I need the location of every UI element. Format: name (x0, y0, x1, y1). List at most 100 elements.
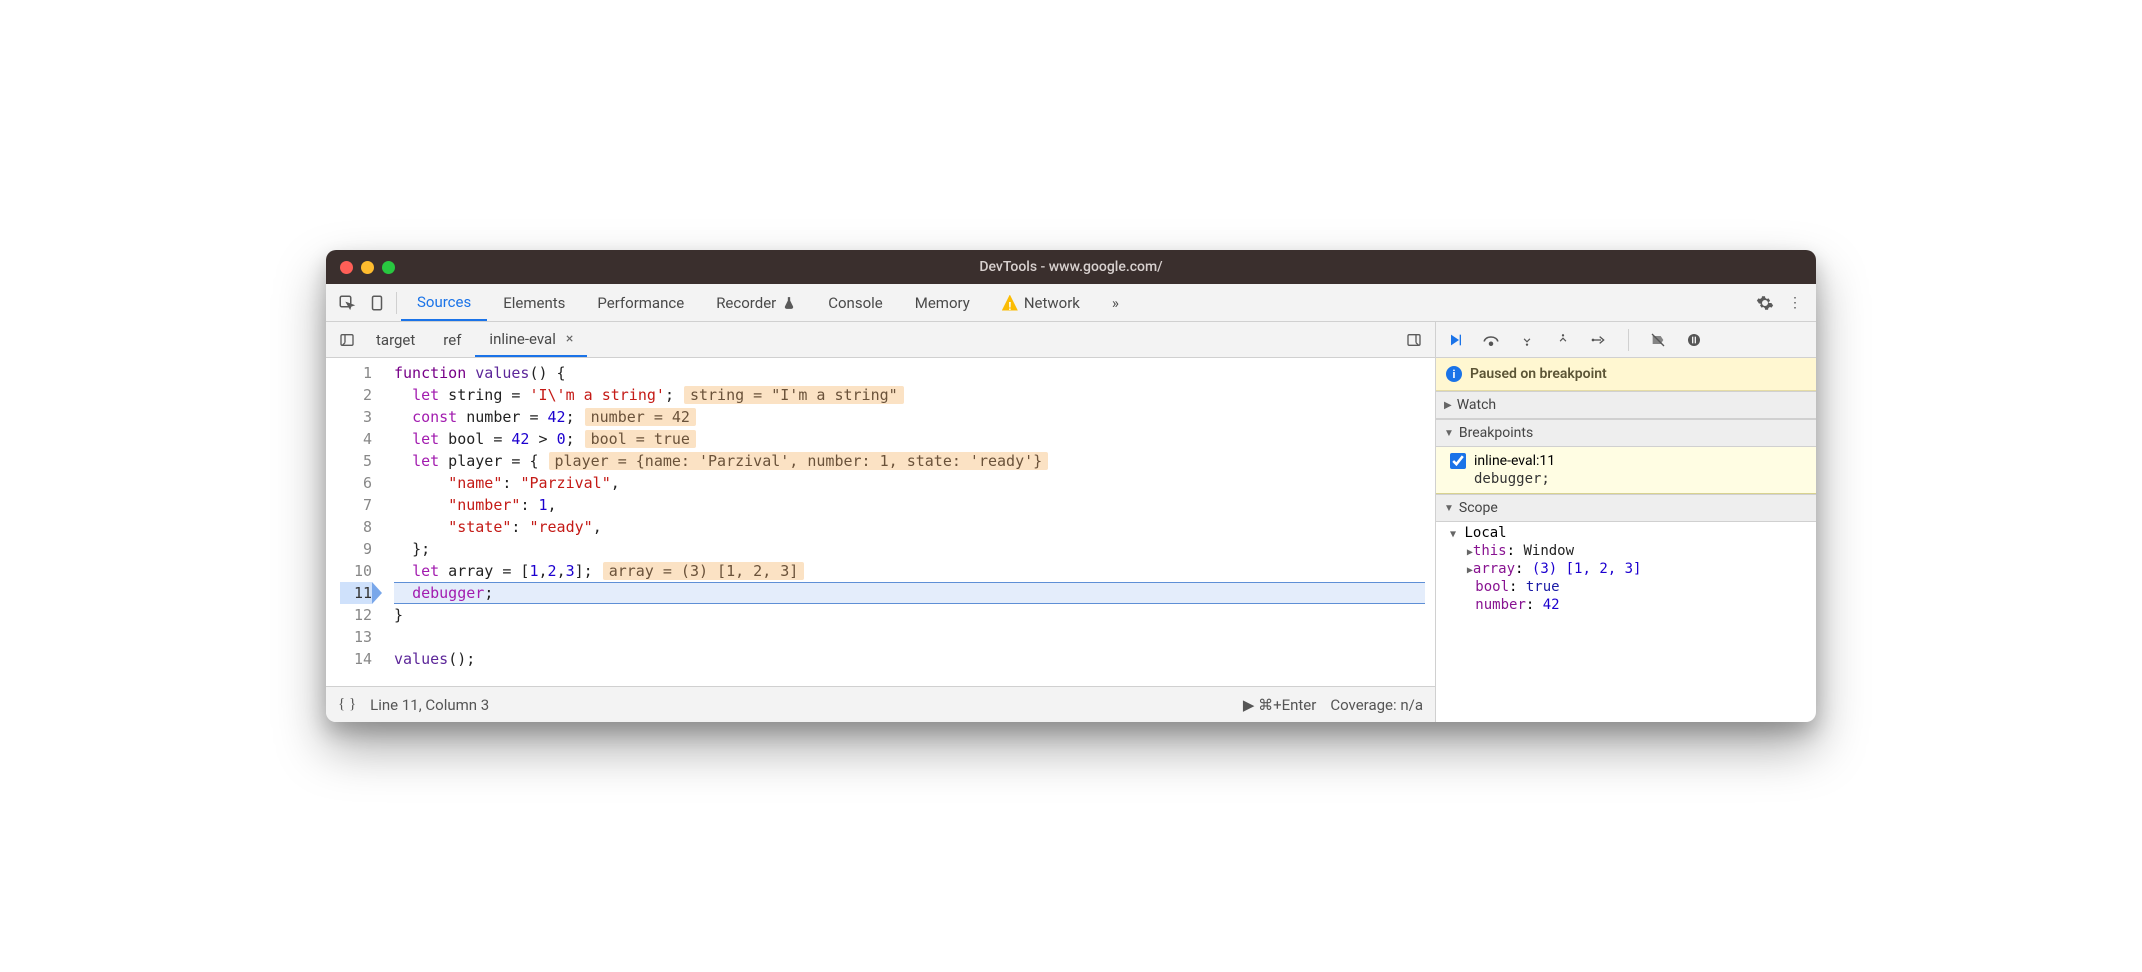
traffic-lights (340, 261, 395, 274)
code-line[interactable]: values(); (394, 648, 1425, 670)
file-tabbar: target ref inline-eval× (326, 322, 1435, 358)
line-number[interactable]: 7 (340, 494, 372, 516)
editor-pane: target ref inline-eval× 1234567891011121… (326, 322, 1436, 722)
cursor-position: Line 11, Column 3 (370, 696, 489, 714)
code-line[interactable]: let bool = 42 > 0;bool = true (394, 428, 1425, 450)
code-area[interactable]: 1234567891011121314 function values() { … (326, 358, 1435, 686)
paused-banner: i Paused on breakpoint (1436, 358, 1816, 391)
flask-icon (782, 296, 796, 310)
line-number[interactable]: 8 (340, 516, 372, 538)
line-number[interactable]: 12 (340, 604, 372, 626)
deactivate-breakpoints-button[interactable] (1647, 332, 1669, 348)
line-number[interactable]: 3 (340, 406, 372, 428)
main-tabbar: Sources Elements Performance Recorder Co… (326, 284, 1816, 322)
chevron-down-icon: ▼ (1444, 428, 1454, 439)
step-button[interactable] (1588, 333, 1610, 347)
code-line[interactable] (394, 626, 1425, 648)
titlebar: DevTools - www.google.com/ (326, 250, 1816, 284)
line-number[interactable]: 6 (340, 472, 372, 494)
close-tab-icon[interactable]: × (566, 331, 573, 347)
code-line[interactable]: "state": "ready", (394, 516, 1425, 538)
code-line[interactable]: let player = {player = {name: 'Parzival'… (394, 450, 1425, 472)
editor-statusbar: { } Line 11, Column 3 ▶ ⌘+Enter Coverage… (326, 686, 1435, 722)
tab-memory[interactable]: Memory (899, 284, 986, 321)
scope-variable[interactable]: ▶this: Window (1436, 542, 1816, 560)
code-line[interactable]: } (394, 604, 1425, 626)
line-gutter[interactable]: 1234567891011121314 (326, 358, 380, 686)
line-number[interactable]: 5 (340, 450, 372, 472)
more-icon[interactable]: ⋮ (1780, 295, 1810, 311)
settings-icon[interactable] (1750, 294, 1780, 312)
paused-message: Paused on breakpoint (1470, 366, 1607, 382)
code-line[interactable]: const number = 42;number = 42 (394, 406, 1425, 428)
scope-local-header[interactable]: ▼ Local (1436, 524, 1816, 542)
tab-performance[interactable]: Performance (581, 284, 700, 321)
scope-variable[interactable]: ▶array: (3) [1, 2, 3] (1436, 560, 1816, 578)
inline-value: number = 42 (585, 408, 696, 426)
file-tab-target[interactable]: target (362, 322, 429, 357)
code-line[interactable]: "name": "Parzival", (394, 472, 1425, 494)
scope-panel: ▼ Local ▶this: Window ▶array: (3) [1, 2,… (1436, 522, 1816, 618)
run-hint[interactable]: ▶ ⌘+Enter (1243, 696, 1317, 714)
step-out-button[interactable] (1552, 332, 1574, 348)
tab-network[interactable]: Network (986, 284, 1096, 321)
line-number[interactable]: 13 (340, 626, 372, 648)
breakpoint-checkbox[interactable] (1450, 453, 1466, 469)
tab-elements[interactable]: Elements (487, 284, 581, 321)
pretty-print-icon[interactable]: { } (338, 696, 356, 713)
scope-variable[interactable]: bool: true (1436, 578, 1816, 596)
line-number[interactable]: 10 (340, 560, 372, 582)
hide-debugger-icon[interactable] (1399, 332, 1429, 348)
resume-button[interactable] (1444, 332, 1466, 348)
inline-value: array = (3) [1, 2, 3] (603, 562, 805, 580)
close-window-button[interactable] (340, 261, 353, 274)
code-line[interactable]: let array = [1,2,3];array = (3) [1, 2, 3… (394, 560, 1425, 582)
file-tab-ref[interactable]: ref (429, 322, 475, 357)
tab-recorder[interactable]: Recorder (700, 284, 812, 321)
tab-sources[interactable]: Sources (401, 284, 487, 321)
warning-icon (1002, 295, 1018, 311)
inspect-icon[interactable] (332, 294, 362, 312)
pause-exceptions-button[interactable] (1683, 332, 1705, 348)
line-number[interactable]: 11 (340, 582, 372, 604)
tab-console[interactable]: Console (812, 284, 899, 321)
line-number[interactable]: 2 (340, 384, 372, 406)
coverage-status: Coverage: n/a (1330, 696, 1423, 714)
content-area: target ref inline-eval× 1234567891011121… (326, 322, 1816, 722)
file-tab-inline-eval[interactable]: inline-eval× (475, 322, 587, 357)
line-number[interactable]: 9 (340, 538, 372, 560)
inline-value: bool = true (585, 430, 696, 448)
chevron-down-icon: ▼ (1444, 503, 1454, 514)
step-into-button[interactable] (1516, 332, 1538, 348)
code-content[interactable]: function values() { let string = 'I\'m a… (380, 358, 1435, 686)
window-title: DevTools - www.google.com/ (326, 259, 1816, 275)
devtools-window: DevTools - www.google.com/ Sources Eleme… (326, 250, 1816, 722)
device-toggle-icon[interactable] (362, 294, 392, 312)
maximize-window-button[interactable] (382, 261, 395, 274)
line-number[interactable]: 4 (340, 428, 372, 450)
code-line[interactable]: debugger; (394, 582, 1425, 604)
breakpoints-section-header[interactable]: ▼Breakpoints (1436, 419, 1816, 447)
debugger-toolbar (1436, 322, 1816, 358)
line-number[interactable]: 1 (340, 362, 372, 384)
tabs-overflow[interactable]: » (1096, 284, 1135, 321)
line-number[interactable]: 14 (340, 648, 372, 670)
inline-value: player = {name: 'Parzival', number: 1, s… (549, 452, 1049, 470)
breakpoint-snippet: debugger; (1474, 471, 1804, 487)
step-over-button[interactable] (1480, 332, 1502, 348)
code-line[interactable]: }; (394, 538, 1425, 560)
debugger-sidebar: i Paused on breakpoint ▶Watch ▼Breakpoin… (1436, 322, 1816, 722)
code-line[interactable]: "number": 1, (394, 494, 1425, 516)
inline-value: string = "I'm a string" (684, 386, 904, 404)
code-line[interactable]: let string = 'I\'m a string';string = "I… (394, 384, 1425, 406)
show-navigator-icon[interactable] (332, 332, 362, 348)
info-icon: i (1446, 366, 1462, 382)
minimize-window-button[interactable] (361, 261, 374, 274)
code-line[interactable]: function values() { (394, 362, 1425, 384)
scope-section-header[interactable]: ▼Scope (1436, 494, 1816, 522)
scope-variable[interactable]: number: 42 (1436, 596, 1816, 614)
watch-section-header[interactable]: ▶Watch (1436, 391, 1816, 419)
breakpoint-label: inline-eval:11 (1474, 453, 1555, 469)
chevron-right-icon: ▶ (1444, 400, 1452, 411)
breakpoint-item[interactable]: inline-eval:11 debugger; (1436, 447, 1816, 494)
